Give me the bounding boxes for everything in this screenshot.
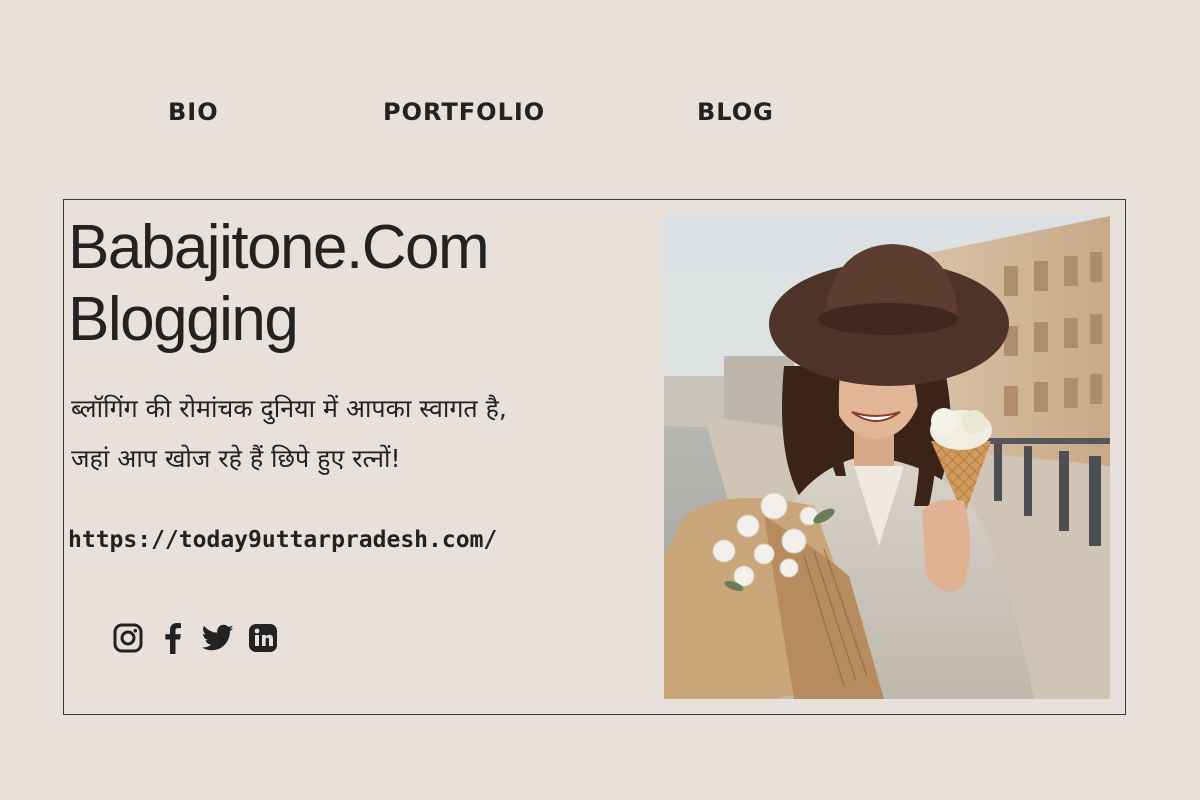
tagline-line-2: जहां आप खोज रहे हैं छिपे हुए रत्नों! (71, 444, 401, 473)
twitter-icon[interactable] (202, 620, 234, 656)
tagline: ब्लॉगिंग की रोमांचक दुनिया में आपका स्वा… (71, 384, 631, 484)
tagline-line-1: ब्लॉगिंग की रोमांचक दुनिया में आपका स्वा… (71, 394, 507, 423)
social-links (112, 620, 279, 656)
linkedin-icon[interactable] (247, 620, 279, 656)
hero-card: Babajitone.Com Blogging ब्लॉगिंग की रोमा… (63, 199, 1126, 715)
nav-portfolio-link[interactable]: PORTFOLIO (383, 98, 545, 126)
nav-bio-link[interactable]: BIO (168, 98, 219, 126)
hero-photo (664, 216, 1110, 699)
page-title: Babajitone.Com Blogging (68, 212, 490, 356)
facebook-icon[interactable] (157, 620, 189, 656)
instagram-icon[interactable] (112, 620, 144, 656)
title-line-1: Babajitone.Com (68, 213, 490, 282)
title-line-2: Blogging (68, 285, 299, 354)
website-link[interactable]: https://today9uttarpradesh.com/ (68, 527, 497, 553)
nav-blog-link[interactable]: BLOG (697, 98, 774, 126)
